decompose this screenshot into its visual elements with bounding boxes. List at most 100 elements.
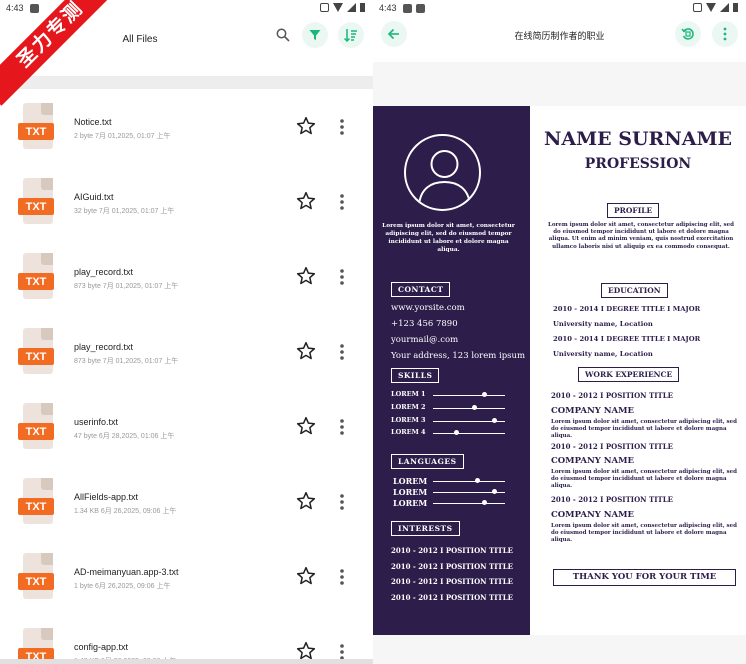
signal-icon (720, 3, 729, 12)
resume-profession: PROFESSION (584, 156, 692, 172)
filter-button[interactable] (302, 22, 328, 48)
interest-item: 2010 - 2012 I POSITION TITLE (391, 577, 513, 586)
skills-heading: SKILLS (391, 368, 440, 383)
star-icon[interactable] (296, 566, 316, 586)
vibrate-icon (693, 3, 702, 12)
more-vertical-icon[interactable] (336, 268, 348, 286)
wifi-icon (333, 3, 343, 12)
battery-icon (733, 3, 738, 12)
star-icon[interactable] (296, 266, 316, 286)
skill-label: LOREM 4 (391, 428, 426, 436)
more-vertical-icon (723, 27, 727, 41)
work-text: Lorem ipsum dolor sit amet, consectetur … (551, 469, 737, 490)
file-row-userinfo[interactable]: TXT userinfo.txt 47 byte 6月 28,2025, 01:… (0, 389, 373, 464)
file-name: AllFields-app.txt (74, 492, 139, 502)
work-heading: WORK EXPERIENCE (578, 367, 680, 382)
search-icon[interactable] (276, 28, 290, 42)
skill-row: LOREM 1 (391, 390, 511, 400)
more-vertical-icon[interactable] (336, 493, 348, 511)
education-school: University name, Location (553, 320, 653, 328)
watermark-ribbon: 圣力专测 (0, 0, 110, 110)
file-row-play-record[interactable]: TXT play_record.txt 873 byte 7月 01,2025,… (0, 239, 373, 314)
txt-file-icon: TXT (18, 328, 56, 374)
education-line: 2010 - 2014 I DEGREE TITLE I MAJOR (553, 335, 701, 343)
file-row-allfields[interactable]: TXT AllFields-app.txt 1.34 KB 6月 26,2025… (0, 464, 373, 539)
resume-main: NAME SURNAME PROFESSION PROFILE Lorem ip… (530, 106, 746, 635)
education-line: 2010 - 2014 I DEGREE TITLE I MAJOR (553, 305, 701, 313)
wifi-icon (706, 3, 716, 12)
more-button[interactable] (712, 21, 738, 47)
signal-icon (347, 3, 356, 12)
thanks-box: THANK YOU FOR YOUR TIME (553, 569, 736, 586)
file-name: AD-meimanyuan.app-3.txt (74, 567, 179, 577)
profile-text: Lorem ipsum dolor sit amet, consectetur … (548, 222, 734, 250)
more-vertical-icon[interactable] (336, 343, 348, 361)
skill-label: LOREM 3 (391, 416, 426, 424)
language-knob (482, 500, 488, 505)
work-company: COMPANY NAME (551, 510, 634, 520)
file-name: config-app.txt (74, 642, 129, 652)
star-icon[interactable] (296, 341, 316, 361)
language-track (433, 503, 505, 504)
file-name: play_record.txt (74, 267, 134, 277)
rotate-icon (681, 28, 694, 40)
resume-sidebar: Lorem ipsum dolor sit amet, consectetur … (373, 106, 530, 635)
skill-track (433, 433, 505, 434)
work-text: Lorem ipsum dolor sit amet, consectetur … (551, 419, 737, 440)
file-row-play-record[interactable]: TXT play_record.txt 873 byte 7月 01,2025,… (0, 314, 373, 389)
languages-heading: LANGUAGES (391, 454, 464, 469)
resume-name: NAME SURNAME (544, 128, 732, 150)
work-line: 2010 - 2012 I POSITION TITLE (551, 442, 673, 451)
txt-file-icon: TXT (18, 178, 56, 224)
user-icon (418, 150, 471, 207)
skill-track (433, 408, 505, 409)
skill-label: LOREM 2 (391, 403, 426, 411)
file-browser-screen: 4:43 All Files TXT Notice.txt 2 byte 7月 … (0, 0, 373, 664)
star-icon[interactable] (296, 491, 316, 511)
skill-label: LOREM 1 (391, 390, 426, 398)
more-vertical-icon[interactable] (336, 418, 348, 436)
interest-item: 2010 - 2012 I POSITION TITLE (391, 546, 513, 555)
language-track (433, 481, 505, 482)
status-icons (693, 3, 738, 12)
education-school: University name, Location (553, 350, 653, 358)
star-icon[interactable] (296, 191, 316, 211)
more-vertical-icon[interactable] (336, 118, 348, 136)
rotate-button[interactable] (675, 21, 701, 47)
arrow-left-icon (388, 28, 399, 40)
contact-phone: +123 456 7890 (391, 319, 458, 329)
more-vertical-icon[interactable] (336, 568, 348, 586)
more-vertical-icon[interactable] (336, 193, 348, 211)
sort-button[interactable] (338, 22, 364, 48)
star-icon[interactable] (296, 641, 316, 661)
file-name: Notice.txt (74, 117, 112, 127)
file-row-config-app[interactable]: TXT config-app.txt 1.49 KB 6月 26,2025, 0… (0, 614, 373, 664)
skill-track (433, 395, 505, 396)
back-button[interactable] (381, 21, 407, 47)
file-name: play_record.txt (74, 342, 134, 352)
file-row-aiguid[interactable]: TXT AIGuid.txt 32 byte 7月 01,2025, 01:07… (0, 164, 373, 239)
work-company: COMPANY NAME (551, 456, 634, 466)
contact-email: yourmail@.com (391, 335, 459, 345)
status-bar: 4:43 (373, 0, 746, 16)
language-knob (475, 478, 481, 483)
skill-knob (472, 405, 478, 410)
skill-row: LOREM 4 (391, 428, 511, 438)
star-icon[interactable] (296, 116, 316, 136)
resume-document[interactable]: Lorem ipsum dolor sit amet, consectetur … (373, 106, 746, 635)
profile-heading: PROFILE (607, 203, 660, 218)
file-row-ad-meimanyuan[interactable]: TXT AD-meimanyuan.app-3.txt 1 byte 6月 26… (0, 539, 373, 614)
interests-heading: INTERESTS (391, 521, 460, 536)
contact-website: www.yorsite.com (391, 303, 465, 313)
vibrate-icon (320, 3, 329, 12)
skill-knob (492, 418, 498, 423)
sidebar-intro: Lorem ipsum dolor sit amet, consectetur … (382, 223, 515, 253)
notification-icon (402, 3, 412, 13)
star-icon[interactable] (296, 416, 316, 436)
work-line: 2010 - 2012 I POSITION TITLE (551, 495, 673, 504)
contact-address: Your address, 123 lorem ipsum (391, 351, 526, 361)
language-label: LOREM (393, 476, 428, 486)
file-name: AIGuid.txt (74, 192, 114, 202)
language-label: LOREM (393, 487, 428, 497)
file-meta: 873 byte 7月 01,2025, 01:07 上午 (74, 283, 179, 290)
